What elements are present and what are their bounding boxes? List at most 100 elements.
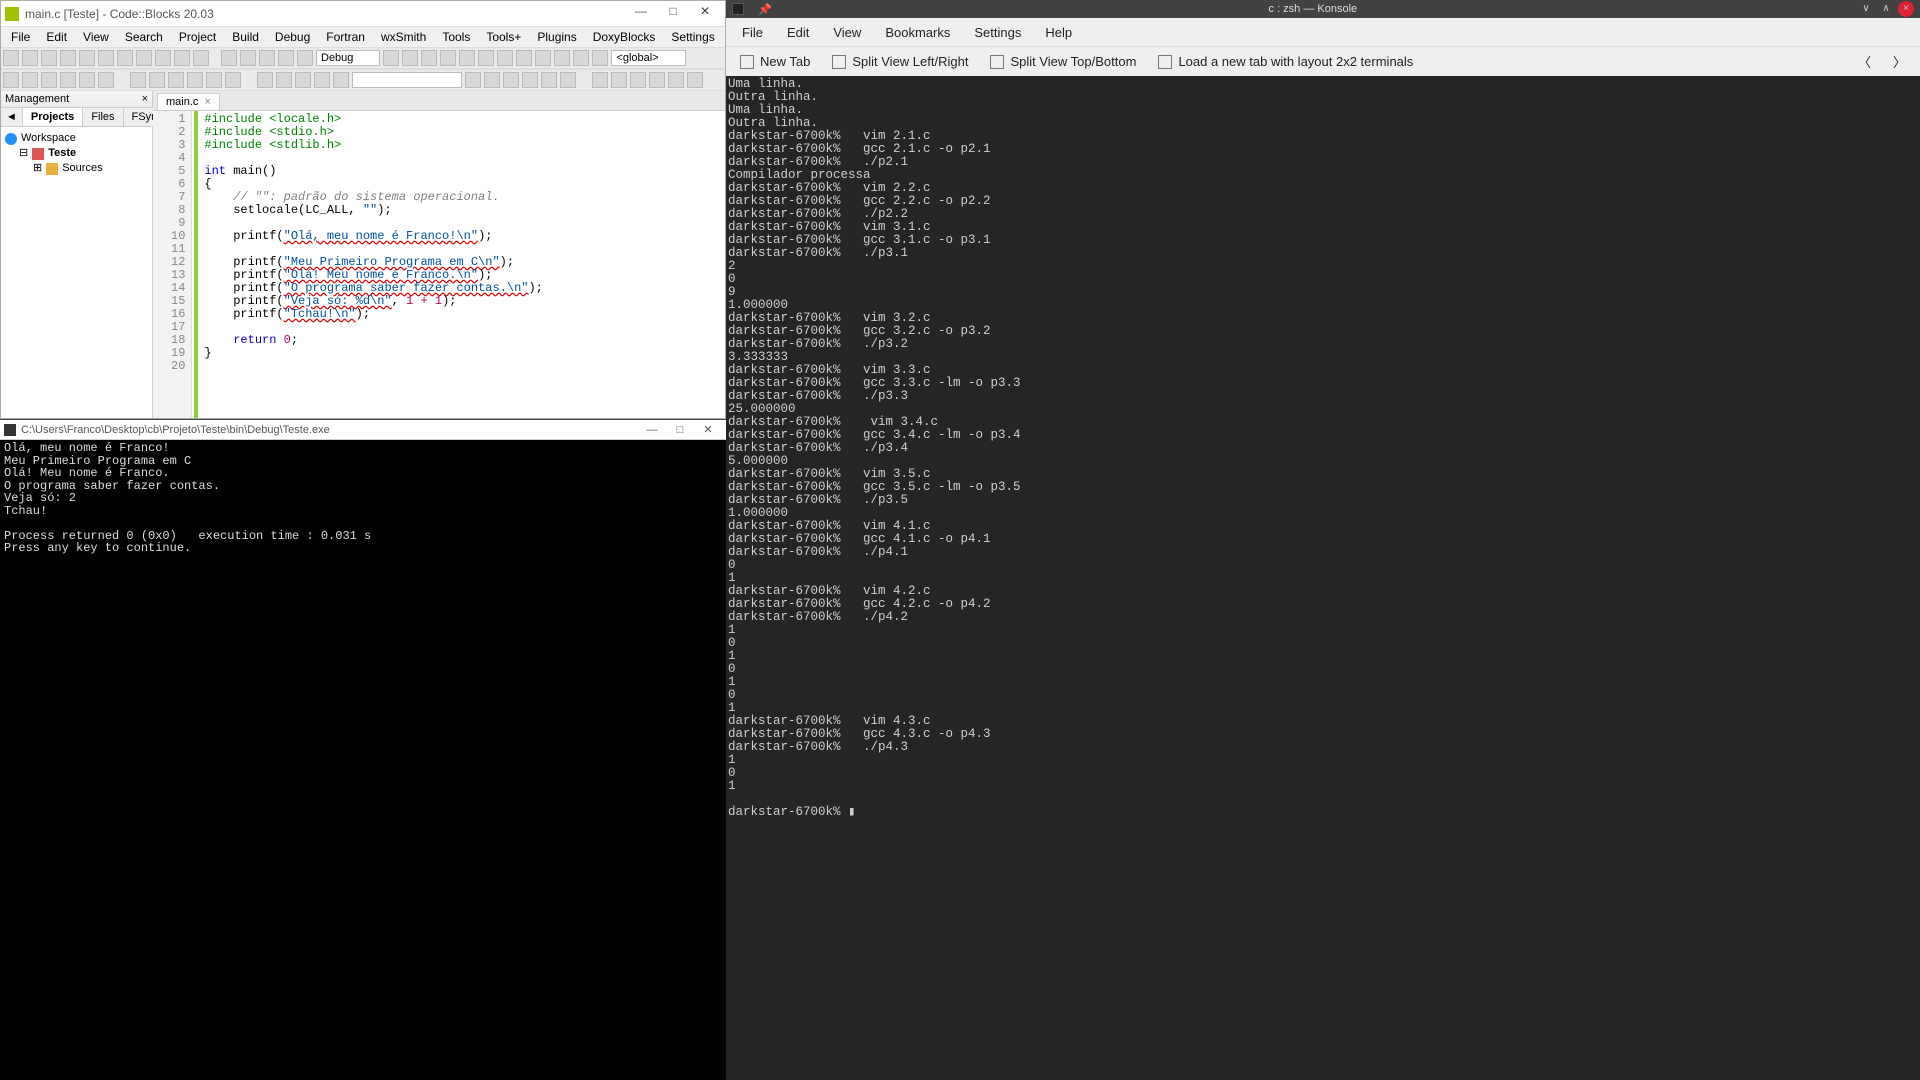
- replace-icon[interactable]: [193, 50, 209, 66]
- kmenu-settings[interactable]: Settings: [964, 21, 1031, 44]
- dox-icon[interactable]: [130, 72, 146, 88]
- paste-icon[interactable]: [155, 50, 171, 66]
- rebuild-icon[interactable]: [278, 50, 294, 66]
- debug-stepout-icon[interactable]: [478, 50, 494, 66]
- matchcase-icon[interactable]: [541, 72, 557, 88]
- debug-next-icon[interactable]: [440, 50, 456, 66]
- saveall-icon[interactable]: [60, 50, 76, 66]
- cb-titlebar[interactable]: main.c [Teste] - Code::Blocks 20.03 — □ …: [1, 1, 725, 27]
- split-lr-button[interactable]: Split View Left/Right: [822, 50, 978, 73]
- konsole-output[interactable]: Uma linha. Outra linha. Uma linha. Outra…: [726, 76, 1920, 1080]
- kmenu-view[interactable]: View: [823, 21, 871, 44]
- menu-tools[interactable]: Tools: [436, 28, 476, 46]
- debug-start-icon[interactable]: [402, 50, 418, 66]
- highlight-icon[interactable]: [503, 72, 519, 88]
- run-icon[interactable]: [240, 50, 256, 66]
- debug-stepinstr-icon[interactable]: [516, 50, 532, 66]
- mgmt-tab-left-icon[interactable]: ◄: [1, 108, 23, 126]
- toolbar-next-icon[interactable]: 〉: [1883, 48, 1916, 75]
- open-icon[interactable]: [22, 50, 38, 66]
- kmenu-edit[interactable]: Edit: [777, 21, 819, 44]
- bookmark-next-icon[interactable]: [79, 72, 95, 88]
- kmenu-bookmarks[interactable]: Bookmarks: [875, 21, 960, 44]
- debug-info-icon[interactable]: [592, 50, 608, 66]
- bookmark-clear-icon[interactable]: [98, 72, 114, 88]
- buildrun-icon[interactable]: [259, 50, 275, 66]
- console-output[interactable]: Olá, meu nome é Franco! Meu Primeiro Pro…: [0, 440, 726, 1080]
- ts4-icon[interactable]: [649, 72, 665, 88]
- project-label[interactable]: Teste: [48, 146, 76, 161]
- debug-break-icon[interactable]: [535, 50, 551, 66]
- find-icon[interactable]: [174, 50, 190, 66]
- selectedtext-icon[interactable]: [522, 72, 538, 88]
- toolbar-prev-icon[interactable]: 〈: [1848, 48, 1881, 75]
- menu-fortran[interactable]: Fortran: [320, 28, 371, 46]
- debug-nextinstr-icon[interactable]: [497, 50, 513, 66]
- code-editor[interactable]: 1234567891011121314151617181920 #include…: [153, 111, 725, 418]
- code-content[interactable]: #include <locale.h> #include <stdio.h> #…: [198, 111, 548, 418]
- minimize-button[interactable]: —: [625, 4, 657, 24]
- debug-stop-icon[interactable]: [554, 50, 570, 66]
- pin-icon[interactable]: 📌: [758, 3, 772, 16]
- abort-icon[interactable]: [297, 50, 313, 66]
- editor-tab[interactable]: main.c×: [157, 93, 220, 110]
- undo-icon[interactable]: [79, 50, 95, 66]
- konsole-titlebar[interactable]: 📌 c : zsh — Konsole ×: [726, 0, 1920, 18]
- console-titlebar[interactable]: C:\Users\Franco\Desktop\cb\Projeto\Teste…: [0, 420, 726, 440]
- ts3-icon[interactable]: [630, 72, 646, 88]
- redo-icon[interactable]: [98, 50, 114, 66]
- workspace-label[interactable]: Workspace: [21, 131, 76, 146]
- cut-icon[interactable]: [117, 50, 133, 66]
- dox2-icon[interactable]: [149, 72, 165, 88]
- dox3-icon[interactable]: [168, 72, 184, 88]
- ts-icon[interactable]: [592, 72, 608, 88]
- toggle-icon[interactable]: [383, 50, 399, 66]
- konsole-close-button[interactable]: ×: [1898, 1, 1914, 17]
- sources-label[interactable]: Sources: [62, 161, 102, 176]
- build-icon[interactable]: [221, 50, 237, 66]
- dox4-icon[interactable]: [187, 72, 203, 88]
- regex-icon[interactable]: [560, 72, 576, 88]
- close-button[interactable]: ✕: [689, 4, 721, 24]
- mgmt-tab-files[interactable]: Files: [83, 108, 123, 126]
- split-tb-button[interactable]: Split View Top/Bottom: [980, 50, 1146, 73]
- bookmark-icon[interactable]: [41, 72, 57, 88]
- build-target-select[interactable]: Debug: [316, 50, 380, 66]
- tb4-icon[interactable]: [314, 72, 330, 88]
- maximize-button[interactable]: □: [657, 4, 689, 24]
- menu-build[interactable]: Build: [226, 28, 265, 46]
- konsole-minimize-button[interactable]: [1858, 1, 1874, 17]
- mgmt-close-icon[interactable]: ×: [142, 93, 148, 105]
- konsole-maximize-button[interactable]: [1878, 1, 1894, 17]
- debug-runcursor-icon[interactable]: [421, 50, 437, 66]
- project-tree[interactable]: Workspace ⊟ Teste ⊞ Sources: [1, 127, 152, 180]
- dox5-icon[interactable]: [206, 72, 222, 88]
- debug-step-icon[interactable]: [459, 50, 475, 66]
- menu-settings[interactable]: Settings: [665, 28, 720, 46]
- menu-view[interactable]: View: [77, 28, 115, 46]
- mgmt-tab-projects[interactable]: Projects: [23, 108, 83, 126]
- dox6-icon[interactable]: [225, 72, 241, 88]
- menu-plugins[interactable]: Plugins: [531, 28, 582, 46]
- tb2-icon[interactable]: [276, 72, 292, 88]
- console-minimize-button[interactable]: —: [638, 424, 666, 436]
- bookmark-prev-icon[interactable]: [60, 72, 76, 88]
- expand-icon[interactable]: ⊟: [19, 146, 28, 161]
- menu-search[interactable]: Search: [119, 28, 169, 46]
- copy-icon[interactable]: [136, 50, 152, 66]
- expand-icon[interactable]: ⊞: [33, 161, 42, 176]
- menu-edit[interactable]: Edit: [40, 28, 73, 46]
- new-tab-button[interactable]: New Tab: [730, 50, 820, 73]
- nav-back-icon[interactable]: [3, 72, 19, 88]
- new-icon[interactable]: [3, 50, 19, 66]
- menu-debug[interactable]: Debug: [269, 28, 316, 46]
- tb3-icon[interactable]: [295, 72, 311, 88]
- searchnext-icon[interactable]: [465, 72, 481, 88]
- kmenu-help[interactable]: Help: [1035, 21, 1082, 44]
- ts2-icon[interactable]: [611, 72, 627, 88]
- layout-button[interactable]: Load a new tab with layout 2x2 terminals: [1148, 50, 1423, 73]
- menu-doxyblocks[interactable]: DoxyBlocks: [587, 28, 662, 46]
- save-icon[interactable]: [41, 50, 57, 66]
- tb-icon[interactable]: [257, 72, 273, 88]
- tab-close-icon[interactable]: ×: [204, 96, 210, 108]
